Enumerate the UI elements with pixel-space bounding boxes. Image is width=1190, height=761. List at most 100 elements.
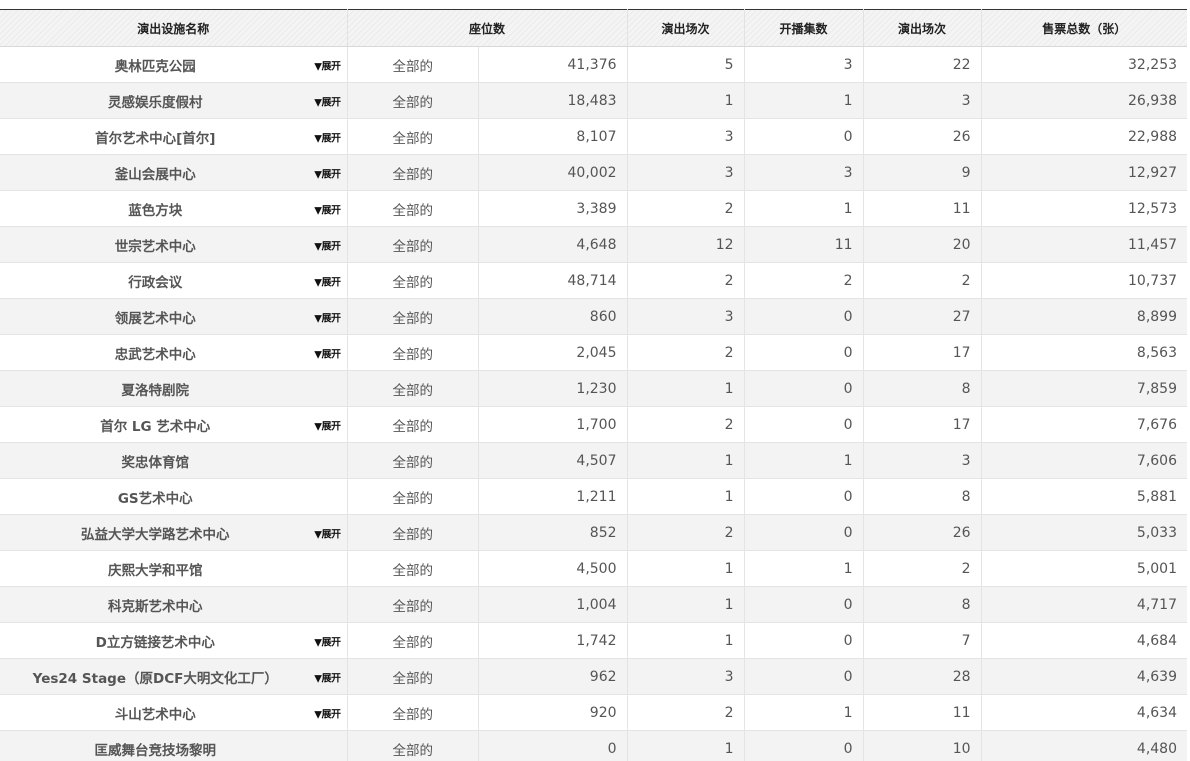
performance-count-cell: 26	[863, 118, 982, 155]
header-seat-count[interactable]: 座位数	[347, 9, 628, 47]
performance-count-cell: 20	[863, 226, 982, 263]
tickets-sold-cell: 12,927	[981, 154, 1188, 191]
expand-toggle[interactable]: ▼展开	[314, 129, 341, 144]
show-count-cell: 2	[627, 262, 745, 299]
venue-name[interactable]: 匡威舞台竞技场黎明	[95, 739, 253, 759]
category-cell: 全部的	[347, 406, 479, 443]
tickets-sold-cell: 26,938	[981, 82, 1188, 119]
category-cell: 全部的	[347, 550, 479, 587]
table-body: 奥林匹克公园 ▼展开 全部的 41,376 5 3 22 32,253 灵感娱乐度假村 ▼展开 全部…	[0, 46, 1188, 761]
header-venue-name[interactable]: 演出设施名称	[0, 9, 348, 47]
expand-toggle[interactable]: ▼展开	[314, 345, 341, 360]
seat-count-cell: 48,714	[478, 262, 628, 299]
expand-toggle[interactable]: ▼展开	[314, 57, 341, 72]
table-row: 釜山会展中心 ▼展开 全部的 40,002 3 3 9 12,927	[0, 154, 1188, 191]
venue-name[interactable]: 庆熙大学和平馆	[108, 559, 239, 579]
venue-name[interactable]: 奖忠体育馆	[122, 451, 226, 471]
venue-name[interactable]: Yes24 Stage（原DCF大明文化工厂）	[33, 667, 314, 687]
seat-count-cell: 0	[478, 730, 628, 761]
expand-toggle[interactable]: ▼展开	[314, 237, 341, 252]
venue-name[interactable]: 世宗艺术中心	[115, 235, 232, 255]
show-count-cell: 2	[627, 334, 745, 371]
opening-count-cell: 11	[744, 226, 864, 263]
performance-count-cell: 9	[863, 154, 982, 191]
opening-count-cell: 3	[744, 154, 864, 191]
category-cell: 全部的	[347, 82, 479, 119]
opening-count-cell: 0	[744, 478, 864, 515]
opening-count-cell: 0	[744, 334, 864, 371]
expand-toggle[interactable]: ▼展开	[314, 165, 341, 180]
show-count-cell: 2	[627, 514, 745, 551]
expand-toggle[interactable]: ▼展开	[314, 669, 341, 684]
expand-toggle[interactable]: ▼展开	[314, 201, 341, 216]
venue-name[interactable]: 科克斯艺术中心	[108, 595, 239, 615]
expand-toggle[interactable]: ▼展开	[314, 273, 341, 288]
show-count-cell: 1	[627, 82, 745, 119]
seat-count-cell: 1,211	[478, 478, 628, 515]
performance-count-cell: 11	[863, 694, 982, 731]
header-show-count[interactable]: 演出场次	[627, 9, 745, 47]
opening-count-cell: 0	[744, 118, 864, 155]
tickets-sold-cell: 4,480	[981, 730, 1188, 761]
seat-count-cell: 4,507	[478, 442, 628, 479]
venue-name[interactable]: 首尔 LG 艺术中心	[100, 415, 246, 435]
opening-count-cell: 0	[744, 406, 864, 443]
venue-name[interactable]: 弘益大学大学路艺术中心	[81, 523, 266, 543]
category-cell: 全部的	[347, 118, 479, 155]
venue-name-cell: Yes24 Stage（原DCF大明文化工厂） ▼展开	[0, 658, 348, 695]
venue-name[interactable]: 奥林匹克公园	[115, 55, 232, 75]
venue-name[interactable]: GS艺术中心	[118, 487, 229, 507]
venue-name-cell: D立方链接艺术中心 ▼展开	[0, 622, 348, 659]
table-row: GS艺术中心 全部的 1,211 1 0 8 5,881	[0, 478, 1188, 515]
show-count-cell: 1	[627, 730, 745, 761]
venue-name[interactable]: 斗山艺术中心	[115, 703, 232, 723]
venue-name[interactable]: 忠武艺术中心	[115, 343, 232, 363]
header-tickets-sold[interactable]: 售票总数（张）	[981, 9, 1188, 47]
show-count-cell: 1	[627, 550, 745, 587]
show-count-cell: 5	[627, 46, 745, 83]
show-count-cell: 2	[627, 406, 745, 443]
tickets-sold-cell: 4,684	[981, 622, 1188, 659]
tickets-sold-cell: 4,639	[981, 658, 1188, 695]
performance-count-cell: 8	[863, 586, 982, 623]
venue-name[interactable]: 首尔艺术中心[首尔]	[95, 127, 251, 147]
seat-count-cell: 4,648	[478, 226, 628, 263]
show-count-cell: 2	[627, 694, 745, 731]
performance-count-cell: 17	[863, 334, 982, 371]
performance-count-cell: 11	[863, 190, 982, 227]
header-performance-count[interactable]: 演出场次	[863, 9, 982, 47]
expand-toggle[interactable]: ▼展开	[314, 705, 341, 720]
venue-name[interactable]: 夏洛特剧院	[122, 379, 226, 399]
category-cell: 全部的	[347, 730, 479, 761]
tickets-sold-cell: 10,737	[981, 262, 1188, 299]
table-row: 奖忠体育馆 全部的 4,507 1 1 3 7,606	[0, 442, 1188, 479]
expand-toggle[interactable]: ▼展开	[314, 525, 341, 540]
venue-name[interactable]: 行政会议	[128, 271, 218, 291]
seat-count-cell: 4,500	[478, 550, 628, 587]
venue-name[interactable]: D立方链接艺术中心	[96, 631, 251, 651]
venue-name[interactable]: 领展艺术中心	[115, 307, 232, 327]
table-row: Yes24 Stage（原DCF大明文化工厂） ▼展开 全部的 962 3 0 28 4,63…	[0, 658, 1188, 695]
opening-count-cell: 2	[744, 262, 864, 299]
performance-count-cell: 2	[863, 262, 982, 299]
tickets-sold-cell: 5,881	[981, 478, 1188, 515]
venue-name[interactable]: 釜山会展中心	[115, 163, 232, 183]
table-row: 夏洛特剧院 全部的 1,230 1 0 8 7,859	[0, 370, 1188, 407]
expand-toggle[interactable]: ▼展开	[314, 309, 341, 324]
venue-name-cell: GS艺术中心	[0, 478, 348, 515]
table-row: 首尔 LG 艺术中心 ▼展开 全部的 1,700 2 0 17 7,676	[0, 406, 1188, 443]
category-cell: 全部的	[347, 658, 479, 695]
show-count-cell: 1	[627, 586, 745, 623]
table-row: 奥林匹克公园 ▼展开 全部的 41,376 5 3 22 32,253	[0, 46, 1188, 83]
venue-name[interactable]: 灵感娱乐度假村	[108, 91, 239, 111]
expand-toggle[interactable]: ▼展开	[314, 417, 341, 432]
category-cell: 全部的	[347, 298, 479, 335]
seat-count-cell: 852	[478, 514, 628, 551]
tickets-sold-cell: 4,634	[981, 694, 1188, 731]
venue-name-cell: 行政会议 ▼展开	[0, 262, 348, 299]
expand-toggle[interactable]: ▼展开	[314, 93, 341, 108]
venue-name[interactable]: 蓝色方块	[128, 199, 218, 219]
expand-toggle[interactable]: ▼展开	[314, 633, 341, 648]
header-opening-count[interactable]: 开播集数	[744, 9, 864, 47]
seat-count-cell: 8,107	[478, 118, 628, 155]
